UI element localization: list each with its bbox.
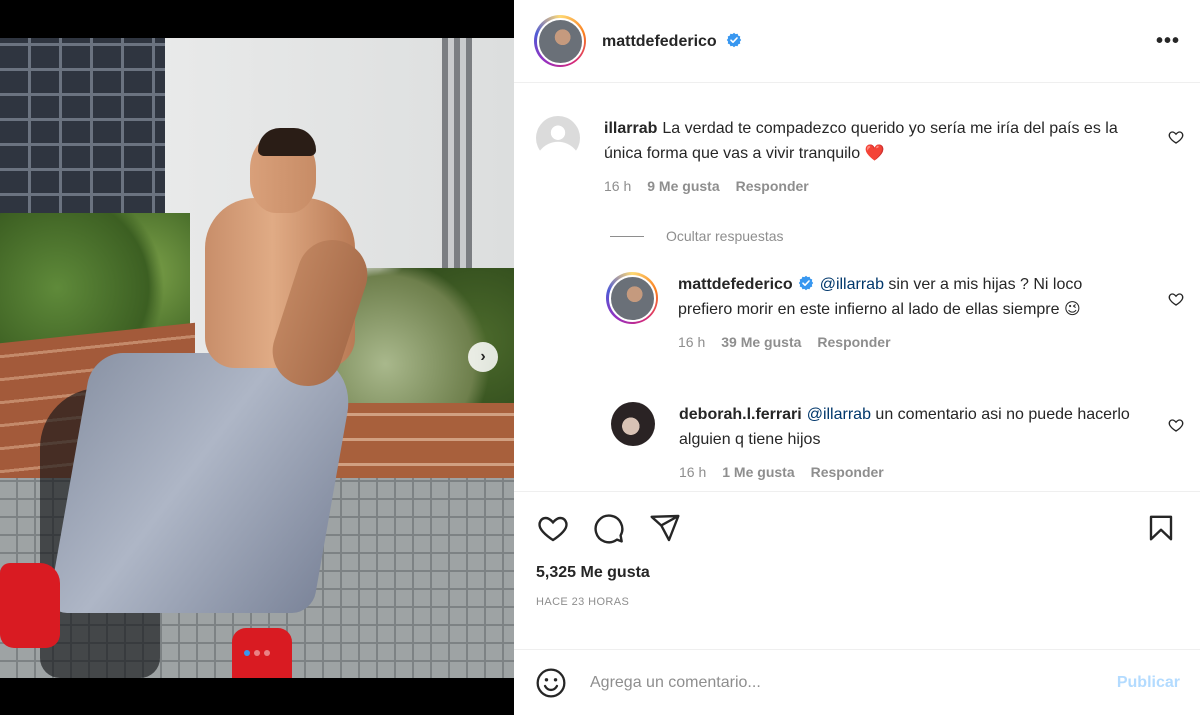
- verified-badge-icon: [798, 275, 813, 291]
- carousel-dot: [264, 650, 270, 656]
- comment-time[interactable]: 16 h: [604, 174, 631, 199]
- reply-avatar[interactable]: [606, 272, 658, 324]
- carousel-indicator: [0, 650, 514, 656]
- photo-pants: [47, 353, 358, 613]
- comment-text-block: illarrab La verdad te compadezco querido …: [604, 116, 1144, 166]
- bookmark-icon: [1149, 515, 1173, 541]
- heart-icon[interactable]: [1168, 417, 1184, 433]
- comment-username[interactable]: illarrab: [604, 120, 657, 137]
- comment-emoji: ❤️: [864, 145, 885, 162]
- heart-icon: [538, 516, 568, 542]
- hide-replies-button[interactable]: Ocultar respuestas: [610, 228, 784, 244]
- comment-icon: [594, 514, 624, 544]
- share-icon: [650, 514, 680, 542]
- comment-input[interactable]: [590, 673, 1105, 692]
- emoji-button[interactable]: [534, 666, 568, 700]
- comment-body: illarrab La verdad te compadezco querido …: [604, 116, 1144, 199]
- post-actions-section: 5,325 Me gusta HACE 23 HORAS: [514, 491, 1200, 608]
- reply-username[interactable]: deborah.l.ferrari: [679, 406, 802, 423]
- author-avatar[interactable]: [534, 15, 586, 67]
- reply-meta: 16 h 39 Me gusta Responder: [678, 330, 1128, 355]
- reply-emoji: 😉: [1063, 301, 1081, 318]
- reply-text-block: mattdefederico @illarrab sin ver a mis hi…: [678, 272, 1128, 322]
- action-bar: [514, 492, 1200, 564]
- heart-icon[interactable]: [1168, 291, 1184, 307]
- reply-item: mattdefederico @illarrab sin ver a mis hi…: [606, 272, 1128, 355]
- emoji-icon: [536, 668, 566, 697]
- post-panel: mattdefederico ••• illarrab La verdad te …: [514, 0, 1200, 715]
- reply-likes[interactable]: 39 Me gusta: [721, 330, 801, 355]
- chevron-right-icon: ›: [480, 348, 486, 365]
- more-options-icon[interactable]: •••: [1156, 30, 1180, 53]
- carousel-dot: [254, 650, 260, 656]
- comment-item: illarrab La verdad te compadezco querido …: [536, 116, 1144, 199]
- reply-time[interactable]: 16 h: [679, 460, 706, 485]
- save-button[interactable]: [1144, 511, 1178, 545]
- add-comment-bar: Publicar: [514, 649, 1200, 715]
- author-avatar-image: [536, 17, 584, 65]
- reply-reply-button[interactable]: Responder: [811, 460, 884, 485]
- like-button[interactable]: [536, 511, 570, 545]
- post-photo[interactable]: [0, 38, 514, 678]
- author-username-text[interactable]: mattdefederico: [602, 33, 717, 50]
- likes-count[interactable]: 5,325 Me gusta: [514, 564, 1200, 582]
- comment-meta: 16 h 9 Me gusta Responder: [604, 174, 1144, 199]
- reply-item: deborah.l.ferrari @illarrab un comentario…: [611, 402, 1139, 485]
- comments-list: illarrab La verdad te compadezco querido …: [514, 84, 1200, 491]
- photo-hair: [258, 128, 316, 156]
- post-media: ›: [0, 0, 514, 715]
- reply-likes[interactable]: 1 Me gusta: [722, 460, 794, 485]
- comment-text: La verdad te compadezco querido yo sería…: [604, 120, 1118, 162]
- comment-button[interactable]: [592, 511, 626, 545]
- carousel-next-button[interactable]: ›: [468, 342, 498, 372]
- verified-badge-icon: [726, 32, 742, 47]
- carousel-dot: [244, 650, 250, 656]
- reply-text-block: deborah.l.ferrari @illarrab un comentario…: [679, 402, 1139, 452]
- reply-body: mattdefederico @illarrab sin ver a mis hi…: [678, 272, 1128, 355]
- reply-mention[interactable]: @illarrab: [820, 276, 884, 293]
- publish-button[interactable]: Publicar: [1117, 674, 1180, 692]
- post-timestamp[interactable]: HACE 23 HORAS: [514, 596, 1200, 608]
- reply-avatar-image: [608, 274, 656, 322]
- commenter-avatar[interactable]: [536, 116, 580, 160]
- photo-pole: [442, 38, 472, 298]
- hide-replies-label: Ocultar respuestas: [666, 228, 784, 244]
- reply-username[interactable]: mattdefederico: [678, 276, 793, 293]
- post-header: mattdefederico •••: [514, 0, 1200, 83]
- reply-body: deborah.l.ferrari @illarrab un comentario…: [679, 402, 1139, 485]
- heart-icon[interactable]: [1168, 129, 1184, 145]
- photo-shoe-left: [0, 563, 60, 648]
- comment-likes[interactable]: 9 Me gusta: [647, 174, 719, 199]
- reply-avatar[interactable]: [611, 402, 655, 446]
- reply-mention[interactable]: @illarrab: [807, 406, 871, 423]
- author-username[interactable]: mattdefederico: [602, 32, 742, 51]
- reply-reply-button[interactable]: Responder: [817, 330, 890, 355]
- share-button[interactable]: [648, 511, 682, 545]
- reply-meta: 16 h 1 Me gusta Responder: [679, 460, 1139, 485]
- hide-replies-line: [610, 235, 644, 237]
- comment-reply-button[interactable]: Responder: [736, 174, 809, 199]
- reply-time[interactable]: 16 h: [678, 330, 705, 355]
